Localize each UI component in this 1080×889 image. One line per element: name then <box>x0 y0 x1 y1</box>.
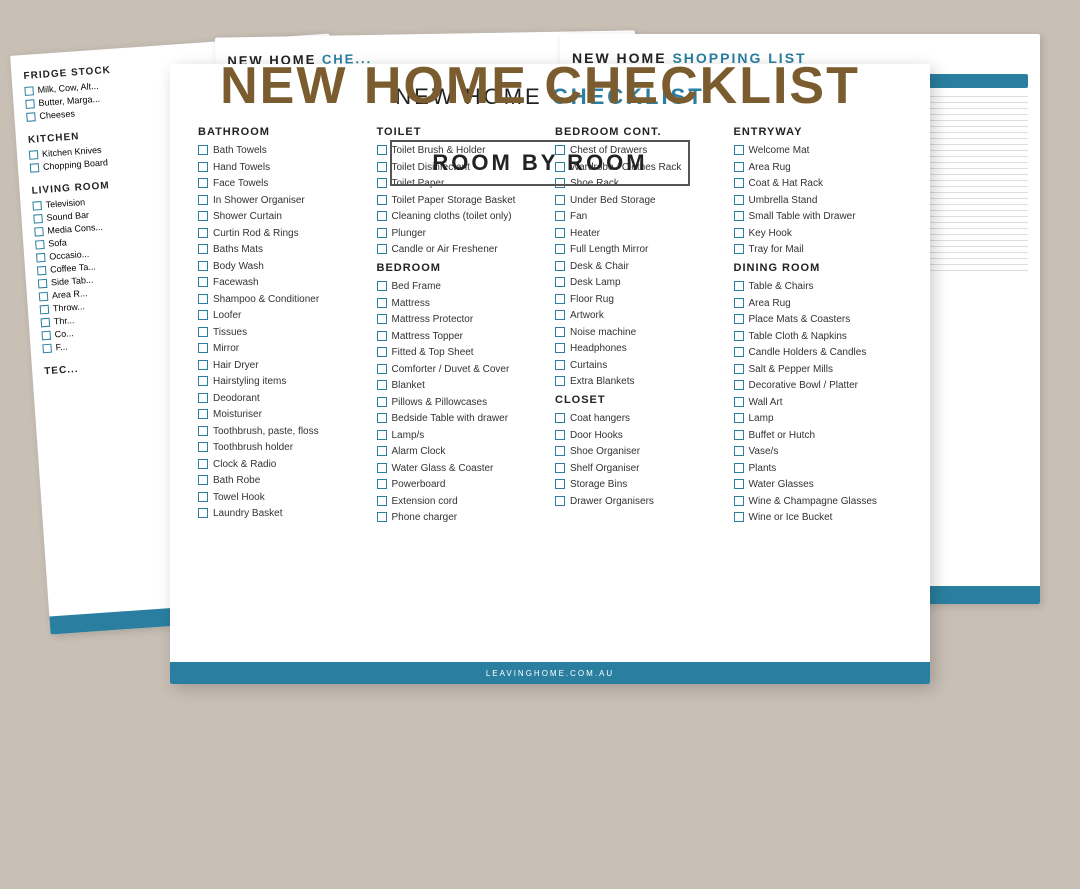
entryway-column: Entryway Welcome Mat Area Rug Coat & Hat… <box>734 126 903 528</box>
page-title: NEW HOME CHECKLIST <box>0 56 1080 116</box>
bedroom-cont-column: Bedroom Cont. Chest of Drawers Wardrobe … <box>555 126 724 528</box>
dining-header: Dining Room <box>734 262 903 274</box>
dining-subsection: Dining Room Table & Chairs Area Rug Plac… <box>734 262 903 524</box>
bathroom-column: Bathroom Bath Towels Hand Towels Face To… <box>198 126 367 528</box>
bedroom-subsection: Bedroom Bed Frame Mattress Mattress Prot… <box>377 262 546 524</box>
website-text: LEAVINGHOME.COM.AU <box>486 669 614 678</box>
bedroom-header: Bedroom <box>377 262 546 274</box>
closet-header: Closet <box>555 394 724 406</box>
toilet-bedroom-column: Toilet Toilet Brush & Holder Toilet Disi… <box>377 126 546 528</box>
closet-subsection: Closet Coat hangers Door Hooks Shoe Orga… <box>555 394 724 508</box>
subtitle-text: ROOM BY ROOM <box>432 150 647 175</box>
website-bar: LEAVINGHOME.COM.AU <box>170 662 930 684</box>
subtitle-box: ROOM BY ROOM <box>390 140 689 186</box>
checklist-grid: Bathroom Bath Towels Hand Towels Face To… <box>198 126 902 528</box>
